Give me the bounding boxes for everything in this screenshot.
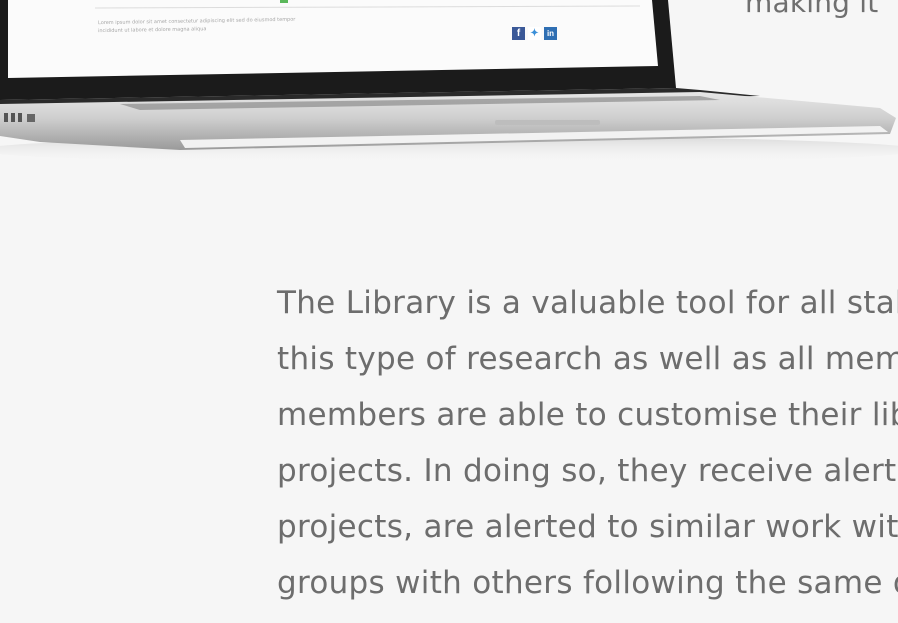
description-line: The Library is a valuable tool for all s… — [277, 285, 898, 321]
twitter-icon[interactable]: ✦ — [528, 27, 541, 40]
description-line: projects. In doing so, they receive aler… — [277, 453, 898, 489]
page: Lorem ipsum dolor sit amet consectetur a… — [0, 0, 898, 623]
library-description: The Library is a valuable tool for all s… — [277, 275, 898, 611]
facebook-icon[interactable]: f — [512, 27, 525, 40]
description-line: groups with others following the same o — [277, 565, 898, 601]
top-right-text: making it — [745, 0, 879, 19]
linkedin-icon[interactable]: in — [544, 27, 557, 40]
share-icons: f ✦ in — [512, 27, 557, 40]
description-line: this type of research as well as all mem… — [277, 341, 898, 377]
description-line: members are able to customise their lib — [277, 397, 898, 433]
description-line: projects, are alerted to similar work wi… — [277, 509, 898, 545]
